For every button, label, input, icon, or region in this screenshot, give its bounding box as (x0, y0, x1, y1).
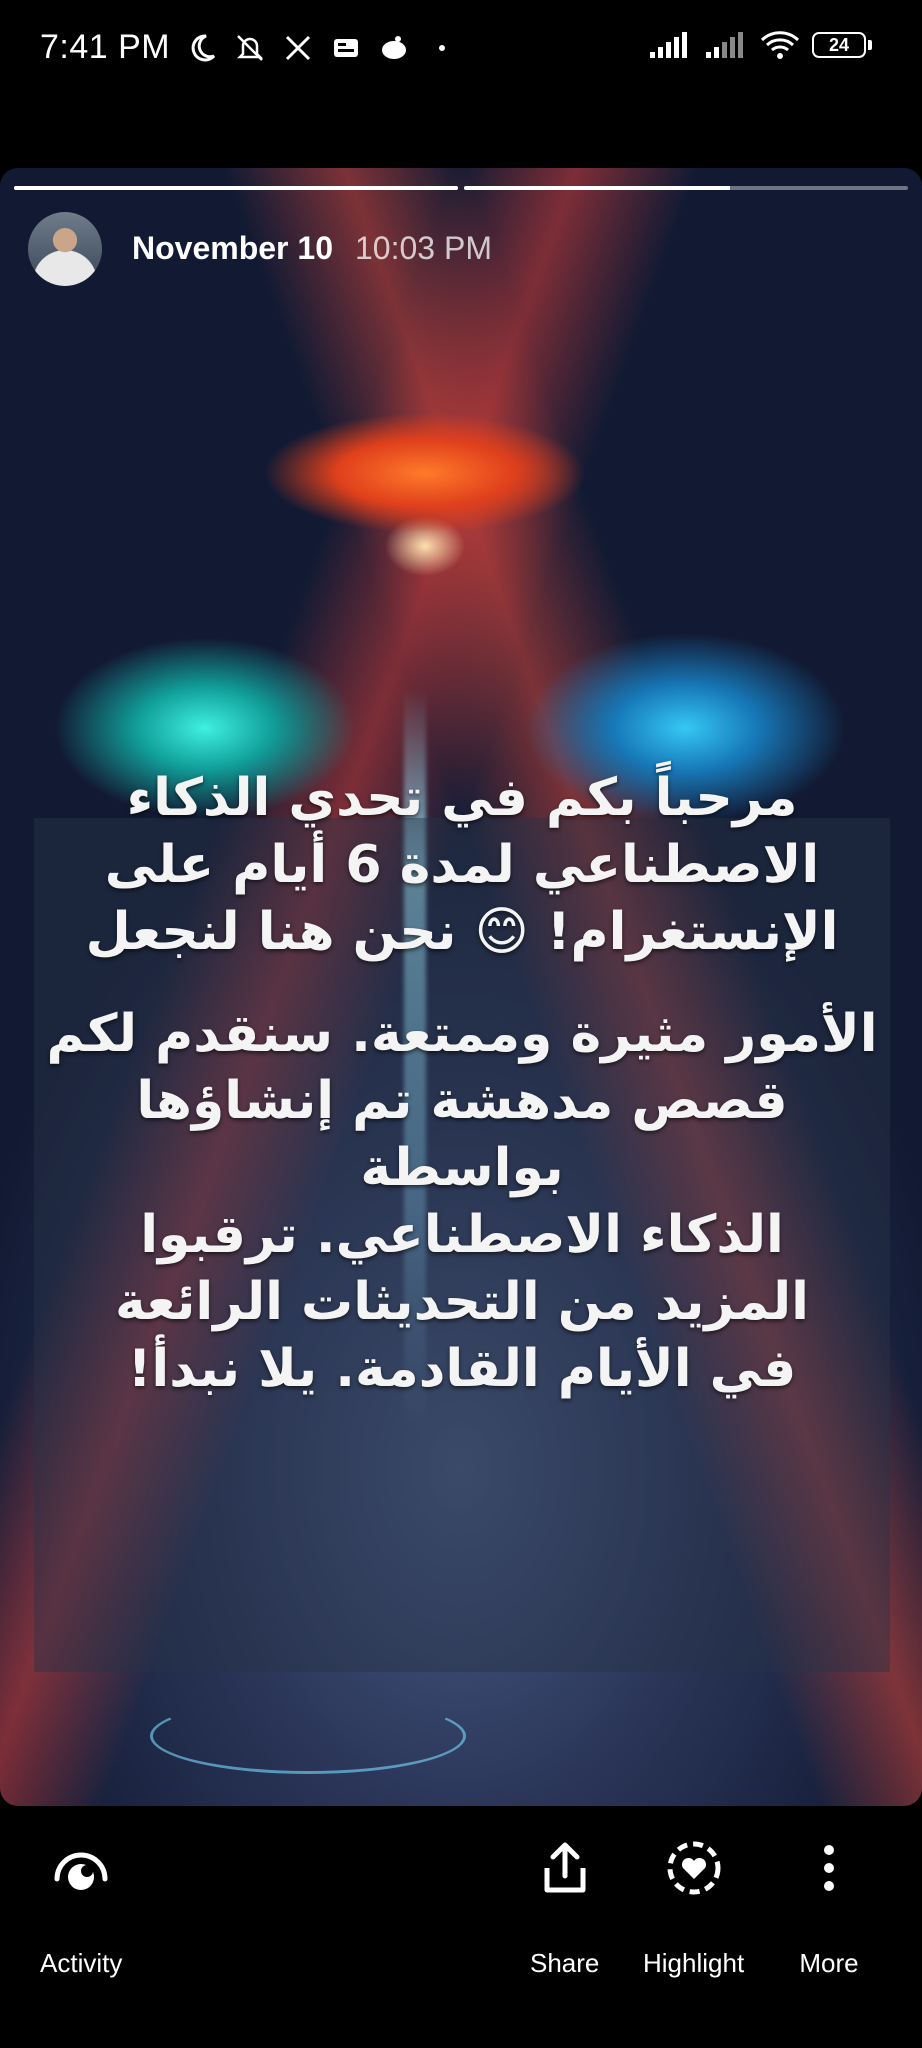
activity-button[interactable]: Activity (40, 1836, 122, 1979)
share-button[interactable]: Share (530, 1836, 599, 1979)
x-logo-icon (286, 35, 311, 60)
message-line: مرحباً بكم في تحدي الذكاء (126, 768, 798, 828)
notification-app-icon (382, 35, 407, 59)
message-line: المزيد من التحديثات الرائعة (115, 1272, 809, 1332)
status-left: 7:41 PM (40, 28, 458, 67)
more-label: More (799, 1948, 859, 1978)
highlight-icon (662, 1836, 726, 1900)
sim-card-icon (334, 38, 359, 57)
battery-tip (868, 40, 872, 50)
share-label: Share (530, 1948, 600, 1978)
message-line: الأمور مثيرة وممتعة. سنقدم لكم (46, 1004, 878, 1064)
story-action-bar: Activity Share Highlight More (0, 1806, 922, 2048)
progress-fill (464, 186, 731, 190)
background-floor-ring (150, 1698, 466, 1774)
status-bar: 7:41 PM 24 (0, 0, 922, 110)
story-time: 10:03 PM (355, 230, 492, 266)
silent-mode-icon (237, 34, 264, 61)
progress-segment (14, 186, 458, 190)
story-message: مرحباً بكم في تحدي الذكاء الاصطناعي لمدة… (40, 765, 884, 1403)
share-icon (533, 1836, 597, 1900)
progress-segment (464, 186, 908, 190)
message-line: في الأيام القادمة. يلا نبدأ! (127, 1339, 797, 1399)
moon-icon (191, 33, 216, 61)
wifi-icon (760, 31, 800, 59)
message-line: الذكاء الاصطناعي. ترقبوا (140, 1205, 784, 1265)
story-progress (14, 186, 908, 192)
activity-icon (49, 1836, 113, 1900)
signal-strength-icon (650, 32, 687, 58)
battery-level: 24 (812, 32, 866, 58)
signal-strength-2-icon (706, 32, 743, 58)
highlight-label: Highlight (643, 1948, 745, 1978)
status-right: 24 (648, 30, 872, 60)
progress-fill (14, 186, 458, 190)
highlight-button[interactable]: Highlight (643, 1836, 744, 1979)
more-button[interactable]: More (797, 1836, 861, 1979)
message-line: الاصطناعي لمدة 6 أيام على (104, 835, 820, 895)
message-line: قصص مدهشة تم إنشاؤها بواسطة (136, 1071, 788, 1198)
story-date: November 10 (132, 230, 333, 266)
avatar[interactable] (28, 212, 102, 286)
more-icon (797, 1836, 861, 1900)
message-line: الإنستغرام! 😊 نحن هنا لنجعل (85, 902, 839, 962)
activity-label: Activity (40, 1948, 123, 1978)
dot-icon (439, 44, 446, 51)
battery-icon: 24 (812, 32, 872, 58)
status-time: 7:41 PM (40, 28, 171, 66)
